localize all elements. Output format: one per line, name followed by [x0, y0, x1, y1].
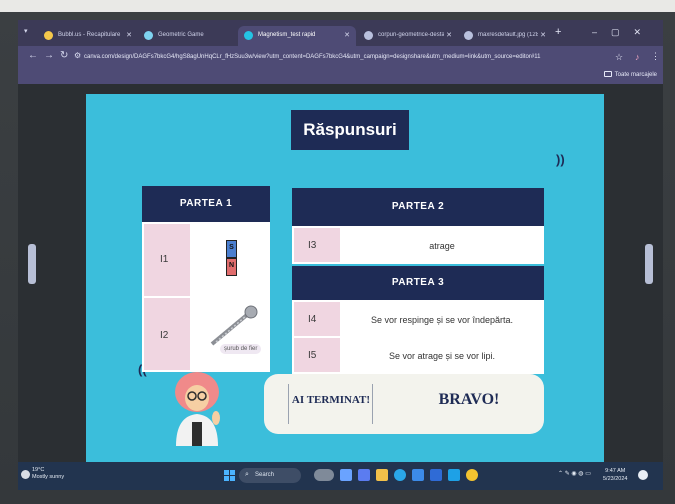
- reload-icon[interactable]: ↻: [60, 51, 68, 61]
- i5-answer-cell: Se vor atrage și se vor lipi.: [340, 336, 544, 374]
- file-explorer-icon[interactable]: [376, 469, 388, 481]
- clock-time: 9:47 AM: [605, 468, 626, 474]
- address-bar-row: ← → ↻ ⚙ canva.com/design/DAGFs7bkcG4/hgS…: [18, 46, 663, 68]
- all-bookmarks-label: Toate marcajele: [614, 72, 657, 78]
- row-label: I5: [308, 350, 317, 361]
- browser-tab-bar: ▾ Bubbl.us - Recapitulare ✕ Geometric Ga…: [18, 20, 663, 46]
- forward-arrow-icon[interactable]: →: [44, 51, 54, 61]
- page-viewport: Răspunsuri )) (( PARTEA 1 I1 S N I2: [18, 84, 663, 462]
- tab-bubbl[interactable]: Bubbl.us - Recapitulare ✕: [38, 26, 138, 46]
- edge-icon[interactable]: [394, 469, 406, 481]
- slide-title: Răspunsuri: [291, 110, 409, 150]
- browser-menu-icon[interactable]: ⋮: [651, 51, 660, 62]
- canva-favicon-icon: [244, 31, 253, 40]
- all-bookmarks-button[interactable]: Toate marcajele: [603, 71, 657, 78]
- i1-label-cell: I1: [142, 222, 192, 298]
- bookmarks-bar: Toate marcajele: [18, 68, 663, 84]
- close-icon[interactable]: ✕: [540, 31, 546, 39]
- magnet-north-pole: N: [226, 258, 237, 276]
- tab-magnetism[interactable]: Magnetism_test rapid ✕: [238, 26, 356, 46]
- row-label: I1: [160, 254, 169, 265]
- chrome-icon[interactable]: [466, 469, 478, 481]
- tab-geometric-game[interactable]: Geometric Game ✕: [138, 26, 250, 46]
- app-icon[interactable]: [448, 469, 460, 481]
- i5-label-cell: I5: [292, 336, 342, 374]
- folder-icon: [603, 71, 612, 77]
- i3-answer-cell: atrage: [340, 226, 544, 264]
- partea-2-header: PARTEA 2: [292, 188, 544, 226]
- tab-label: Bubbl.us - Recapitulare: [58, 32, 121, 38]
- screw-image-cell: șurub de fier: [190, 296, 270, 372]
- windows-taskbar: 19°C Mostly sunny ⌕ Search ⌃ ✎ ◉ ◍ ▭ 9:4…: [18, 462, 663, 490]
- teams-icon[interactable]: [358, 469, 370, 481]
- tab-label: corpuri-geometrice-desfasurat: [378, 32, 444, 38]
- taskbar-search-box[interactable]: ⌕ Search: [239, 468, 301, 483]
- banner-divider: [372, 384, 373, 424]
- taskbar-clock[interactable]: 9:47 AM 5/23/2024: [603, 467, 627, 483]
- system-tray[interactable]: ⌃ ✎ ◉ ◍ ▭: [558, 470, 591, 477]
- finished-banner: AI TERMINAT! BRAVO!: [264, 374, 544, 434]
- screw-caption: șurub de fier: [220, 344, 262, 354]
- row-label: I4: [308, 314, 317, 325]
- iron-screw-icon: [210, 305, 258, 346]
- weather-temperature: 19°C: [32, 467, 45, 473]
- tab-label: Magnetism_test rapid: [258, 32, 316, 38]
- i4-answer-cell: Se vor respinge și se vor îndepărta.: [340, 300, 544, 338]
- store-icon[interactable]: [412, 469, 424, 481]
- extension-icon[interactable]: ♪: [635, 52, 640, 62]
- finished-text: AI TERMINAT!: [291, 394, 371, 406]
- globe-icon: [364, 31, 373, 40]
- new-tab-button[interactable]: +: [555, 27, 561, 38]
- bar-magnet-icon: S N: [226, 240, 237, 277]
- magnet-image-cell: S N: [190, 222, 270, 298]
- search-icon: ⌕: [245, 471, 249, 478]
- close-icon[interactable]: ✕: [446, 31, 452, 39]
- bubbl-favicon-icon: [44, 31, 53, 40]
- row-label: I3: [308, 240, 317, 251]
- taskbar-widget-icon[interactable]: [314, 469, 334, 481]
- globe-icon: [464, 31, 473, 40]
- tab-search-icon[interactable]: ▾: [24, 27, 28, 35]
- row-label: I2: [160, 330, 169, 341]
- weather-widget[interactable]: 19°C Mostly sunny: [21, 467, 65, 481]
- partea-1-header: PARTEA 1: [142, 186, 270, 222]
- close-icon[interactable]: ✕: [344, 31, 350, 39]
- i4-label-cell: I4: [292, 300, 342, 338]
- notifications-icon[interactable]: [638, 470, 648, 480]
- search-label: Search: [255, 472, 275, 478]
- i3-label-cell: I3: [292, 226, 342, 264]
- back-arrow-icon[interactable]: ←: [28, 51, 38, 61]
- close-icon[interactable]: ✕: [126, 31, 132, 39]
- teacher-character-illustration: [175, 372, 220, 446]
- tab-corpuri[interactable]: corpuri-geometrice-desfasurat ✕: [358, 26, 458, 46]
- windows-start-icon[interactable]: [224, 470, 235, 481]
- tab-label: maxresdefault.jpg (1280×720): [478, 32, 538, 38]
- next-page-handle[interactable]: [645, 244, 653, 284]
- magnet-south-pole: S: [226, 240, 237, 258]
- banner-divider: [288, 384, 289, 424]
- previous-page-handle[interactable]: [28, 244, 36, 284]
- weather-sun-icon: [21, 470, 30, 479]
- bravo-text: BRAVO!: [438, 391, 500, 408]
- bookmark-star-icon[interactable]: ☆: [615, 52, 623, 63]
- tab-maxresdefault[interactable]: maxresdefault.jpg (1280×720) ✕: [458, 26, 552, 46]
- partea-3-header: PARTEA 3: [292, 266, 544, 300]
- outlook-icon[interactable]: [430, 469, 442, 481]
- tab-label: Geometric Game: [158, 32, 204, 38]
- geometric-favicon-icon: [144, 31, 153, 40]
- presentation-slide: Răspunsuri )) (( PARTEA 1 I1 S N I2: [86, 94, 604, 462]
- url-field[interactable]: canva.com/design/DAGFs7bkcG4/hgS8agUnHqC…: [84, 50, 554, 65]
- screen: ▾ Bubbl.us - Recapitulare ✕ Geometric Ga…: [18, 20, 663, 490]
- clock-date: 5/23/2024: [603, 476, 628, 482]
- task-view-icon[interactable]: [340, 469, 352, 481]
- i2-label-cell: I2: [142, 296, 192, 372]
- decorative-squiggle-icon: )): [556, 152, 565, 167]
- weather-description: Mostly sunny: [32, 474, 65, 480]
- window-controls[interactable]: –▢✕: [592, 27, 655, 38]
- site-info-icon[interactable]: ⚙: [74, 51, 81, 61]
